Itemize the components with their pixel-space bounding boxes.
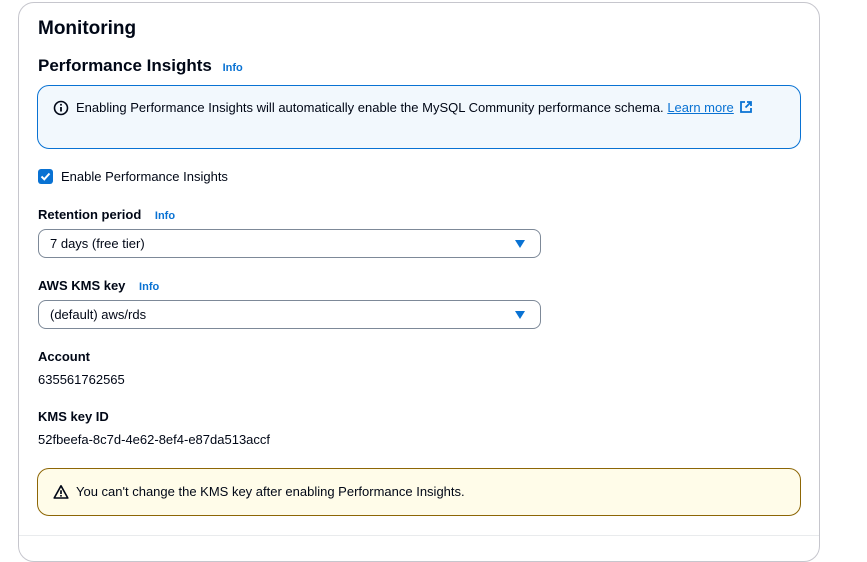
info-circle-icon [53,100,69,116]
performance-insights-title: Performance Insights [38,56,212,75]
retention-period-label-row: Retention period Info [38,207,175,224]
check-icon [40,172,51,181]
learn-more-link[interactable]: Learn more [667,100,733,115]
kms-key-value: (default) aws/rds [50,307,147,322]
kms-key-id-label: KMS key ID [38,409,109,424]
kms-key-label: AWS KMS key [38,278,126,293]
monitoring-panel: Monitoring Performance Insights Info Ena… [18,2,820,562]
retention-period-select[interactable]: 7 days (free tier) [38,229,541,258]
info-alert-message: Enabling Performance Insights will autom… [76,100,664,115]
retention-period-label: Retention period [38,207,142,222]
enable-performance-insights-label[interactable]: Enable Performance Insights [61,169,228,185]
kms-key-info-link[interactable]: Info [139,281,159,293]
performance-insights-header: Performance Insights Info [38,55,243,79]
warning-alert: You can't change the KMS key after enabl… [37,468,801,516]
learn-more-label: Learn more [667,100,734,115]
performance-insights-info-link[interactable]: Info [223,62,243,74]
kms-key-select[interactable]: (default) aws/rds [38,300,541,329]
info-alert-text: Enabling Performance Insights will autom… [76,98,776,119]
section-title: Monitoring [38,18,137,39]
enable-performance-insights-checkbox[interactable] [38,169,53,184]
info-alert: Enabling Performance Insights will autom… [37,85,801,149]
retention-period-value: 7 days (free tier) [50,236,145,251]
account-value: 635561762565 [38,372,125,387]
kms-key-label-row: AWS KMS key Info [38,278,159,295]
divider [19,535,819,536]
kms-key-id-value: 52fbeefa-8c7d-4e62-8ef4-e87da513accf [38,432,271,447]
retention-period-info-link[interactable]: Info [155,210,175,222]
caret-down-icon [515,240,525,248]
warning-alert-text: You can't change the KMS key after enabl… [76,484,465,499]
caret-down-icon [515,311,525,319]
warning-triangle-icon [53,484,69,500]
external-link-icon[interactable] [739,100,753,119]
account-label: Account [38,349,90,364]
